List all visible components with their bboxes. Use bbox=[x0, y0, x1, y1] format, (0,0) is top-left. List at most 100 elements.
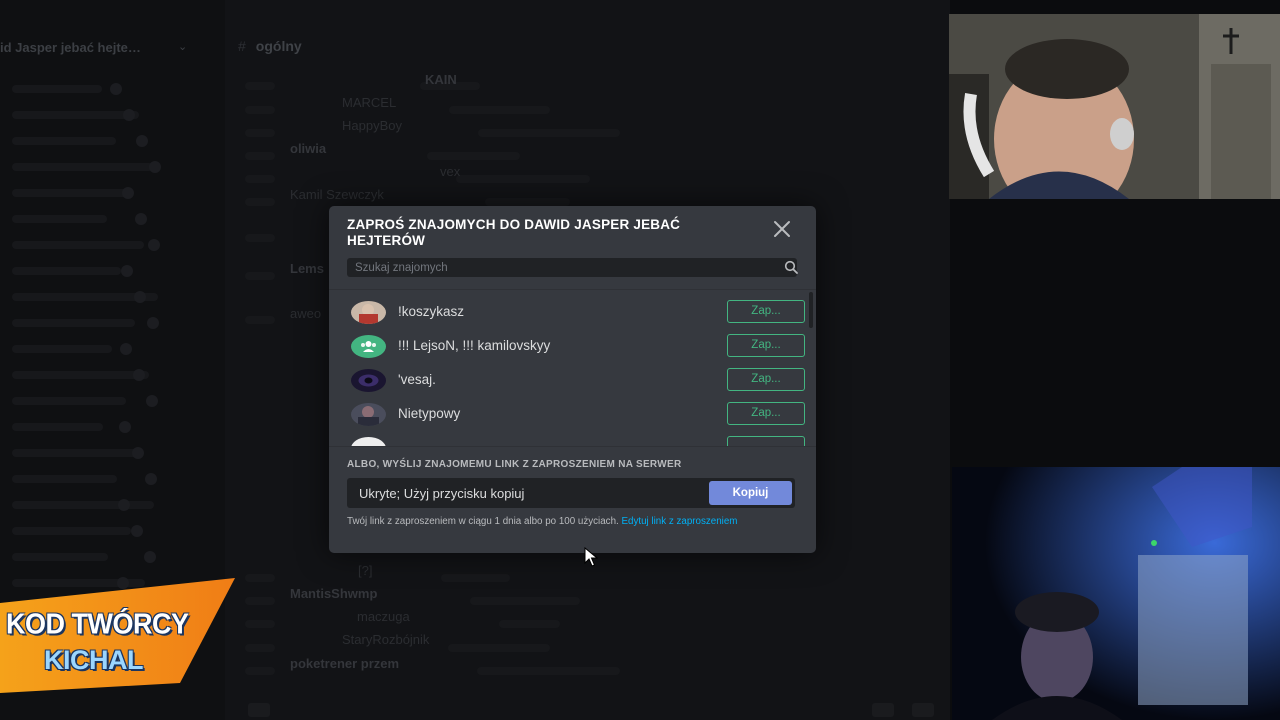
invite-button[interactable]: Zap... bbox=[727, 368, 805, 391]
divider bbox=[329, 446, 816, 447]
emoji-placeholder bbox=[144, 551, 156, 563]
invite-link-value[interactable]: Ukryte; Użyj przycisku kopiuj bbox=[359, 486, 524, 501]
expiry-text: Twój link z zaproszeniem w ciągu 1 dnia … bbox=[347, 516, 619, 527]
sidebar-row-placeholder bbox=[12, 189, 130, 197]
member-name: StaryRozbójnik bbox=[342, 632, 430, 647]
sidebar-row-placeholder bbox=[12, 319, 135, 327]
emoji-placeholder bbox=[110, 83, 122, 95]
friend-search-input[interactable] bbox=[347, 258, 773, 277]
invite-button[interactable]: Zap... bbox=[727, 402, 805, 425]
sidebar-row-placeholder bbox=[12, 85, 102, 93]
member-name: vex bbox=[440, 164, 461, 179]
sidebar-row-placeholder bbox=[12, 423, 103, 431]
webcam-feed-bottom bbox=[952, 467, 1280, 720]
friend-list: !koszykasz Zap... !!! LejsoN, !!! kamilo… bbox=[347, 295, 807, 447]
timestamp-placeholder bbox=[245, 198, 275, 206]
copy-button[interactable]: Kopiuj bbox=[709, 481, 792, 505]
chevron-down-icon: ⌄ bbox=[178, 41, 188, 53]
friend-name: !!! LejsoN, !!! kamilovskyy bbox=[398, 338, 551, 353]
emoji-placeholder bbox=[120, 343, 132, 355]
emoji-placeholder bbox=[131, 525, 143, 537]
invite-button[interactable]: Zap... bbox=[727, 334, 805, 357]
channel-header: # ogólny bbox=[238, 38, 302, 54]
gif-icon bbox=[248, 703, 270, 717]
sidebar-row-placeholder bbox=[12, 397, 126, 405]
sidebar-row-placeholder bbox=[12, 553, 108, 561]
invite-expiry-note: Twój link z zaproszeniem w ciągu 1 dnia … bbox=[347, 516, 777, 528]
emoji-placeholder bbox=[123, 109, 135, 121]
divider bbox=[329, 289, 816, 290]
member-name: HappyBoy bbox=[342, 118, 402, 133]
emoji-placeholder bbox=[132, 447, 144, 459]
mouse-pointer-icon bbox=[584, 547, 598, 567]
search-icon bbox=[784, 260, 798, 274]
member-name: oliwia bbox=[290, 141, 327, 156]
member-name: poketrener przem bbox=[290, 656, 400, 671]
photo-avatar bbox=[351, 301, 386, 324]
webcam-feed-top bbox=[949, 14, 1280, 199]
friend-name: !koszykasz bbox=[398, 304, 465, 319]
sidebar-row-placeholder bbox=[12, 163, 153, 171]
timestamp-placeholder bbox=[245, 106, 275, 114]
member-name: maczuga bbox=[357, 609, 410, 624]
invite-button[interactable]: Zap... bbox=[727, 300, 805, 323]
timestamp-placeholder bbox=[245, 644, 275, 652]
emoji-placeholder bbox=[121, 265, 133, 277]
sidebar-row-placeholder bbox=[12, 345, 112, 353]
emoji-placeholder bbox=[147, 317, 159, 329]
member-name: Lems bbox=[290, 261, 324, 276]
timestamp-placeholder bbox=[245, 234, 275, 242]
friend-name: Nietypowy bbox=[398, 406, 461, 421]
invite-link-box: Ukryte; Użyj przycisku kopiuj Kopiuj bbox=[347, 478, 795, 508]
member-name: [?] bbox=[358, 563, 373, 578]
message-placeholder bbox=[427, 152, 520, 160]
timestamp-placeholder bbox=[245, 574, 275, 582]
creator-code-label: KOD TWÓRCY bbox=[6, 608, 189, 640]
member-name: MARCEL bbox=[342, 95, 397, 110]
timestamp-placeholder bbox=[245, 82, 275, 90]
timestamp-placeholder bbox=[245, 152, 275, 160]
edit-invite-link[interactable]: Edytuj link z zaproszeniem bbox=[621, 516, 737, 527]
dark-avatar bbox=[351, 369, 386, 392]
friend-row: 'vesaj. Zap... bbox=[347, 363, 807, 397]
sidebar-row-placeholder bbox=[12, 215, 107, 223]
sidebar-row-placeholder bbox=[12, 241, 144, 249]
group-dm-icon bbox=[351, 335, 386, 358]
timestamp-placeholder bbox=[245, 272, 275, 280]
member-name: MantisShwmp bbox=[290, 586, 378, 601]
message-placeholder bbox=[470, 597, 580, 605]
invite-friends-modal: ZAPROŚ ZNAJOMYCH DO DAWID JASPER JEBAĆ H… bbox=[329, 206, 816, 553]
friend-name: 'vesaj. bbox=[398, 372, 436, 387]
emoji-placeholder bbox=[149, 161, 161, 173]
sidebar-row-placeholder bbox=[12, 111, 139, 119]
sidebar-row-placeholder bbox=[12, 527, 131, 535]
emoji-placeholder bbox=[148, 239, 160, 251]
message-placeholder bbox=[456, 175, 590, 183]
emoji-placeholder bbox=[146, 395, 158, 407]
sidebar-row-placeholder bbox=[12, 475, 117, 483]
sidebar-row-placeholder bbox=[12, 267, 121, 275]
friend-row: !koszykasz Zap... bbox=[347, 295, 807, 329]
message-placeholder bbox=[499, 620, 560, 628]
emoji-placeholder bbox=[136, 135, 148, 147]
message-placeholder bbox=[441, 574, 510, 582]
emoji-placeholder bbox=[119, 421, 131, 433]
friend-search-box bbox=[347, 258, 798, 277]
sidebar-row-placeholder bbox=[12, 371, 149, 379]
emoji-placeholder bbox=[134, 291, 146, 303]
sidebar-row-placeholder bbox=[12, 137, 116, 145]
friend-row bbox=[347, 431, 807, 447]
emoji-placeholder bbox=[133, 369, 145, 381]
member-name: Kamil Szewczyk bbox=[290, 187, 384, 202]
friend-list-scrollbar[interactable] bbox=[809, 292, 813, 328]
message-placeholder bbox=[478, 129, 620, 137]
close-icon[interactable] bbox=[771, 218, 793, 240]
photo-avatar bbox=[351, 403, 386, 426]
invite-link-label: ALBO, WYŚLIJ ZNAJOMEMU LINK Z ZAPROSZENI… bbox=[347, 459, 682, 470]
timestamp-placeholder bbox=[245, 620, 275, 628]
friend-row: Nietypowy Zap... bbox=[347, 397, 807, 431]
timestamp-placeholder bbox=[245, 129, 275, 137]
message-placeholder bbox=[448, 644, 550, 652]
emoji-placeholder bbox=[135, 213, 147, 225]
message-placeholder bbox=[449, 106, 550, 114]
